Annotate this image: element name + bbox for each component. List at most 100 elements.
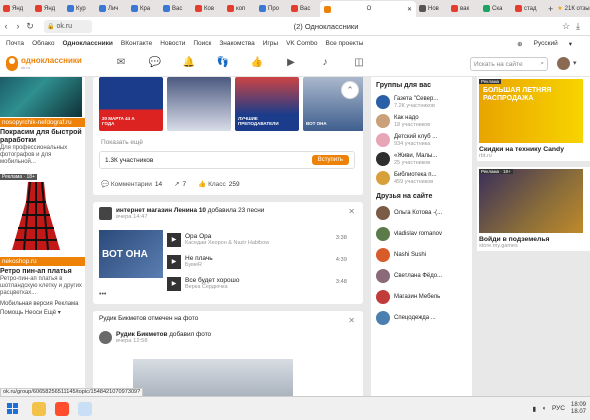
ad-title[interactable]: Скидки на технику Candy (479, 146, 588, 153)
group-name[interactable]: «Живи, Малы... (394, 153, 437, 160)
play-icon[interactable]: ▶ (167, 232, 181, 247)
song-row[interactable]: ▶ Ора Ора Каседаи Хеорон & Nazir Habibow 3:… (167, 230, 347, 249)
discussions-icon[interactable]: 💬 (148, 56, 162, 70)
bookmark-item[interactable]: Облако (32, 40, 54, 47)
ok-logo[interactable]: одноклассники ok.ru (6, 56, 82, 71)
ad-link[interactable]: nosopyrchik-nefdograf.ru (0, 118, 85, 127)
friend-item[interactable]: Спецодежда ... (376, 311, 467, 325)
ad-title[interactable]: Покрасим для быстрой раработки (0, 129, 85, 145)
explorer-icon[interactable] (32, 401, 46, 416)
guests-icon[interactable]: 👣 (216, 56, 230, 70)
close-tab-icon[interactable]: ✕ (407, 6, 412, 13)
friend-avatar[interactable] (376, 290, 390, 304)
bookmark-item[interactable]: Поиск (193, 40, 211, 47)
notifications-icon[interactable]: 🔔 (182, 56, 196, 70)
user-avatar[interactable] (99, 331, 112, 344)
browser-tab[interactable]: Ска (480, 2, 512, 16)
network-icon[interactable]: ▮ (532, 405, 536, 413)
yandex-browser-icon[interactable] (55, 401, 69, 416)
friend-item[interactable]: Ольга Котова -(... (376, 206, 467, 220)
friend-item[interactable]: vladislav romanov (376, 227, 467, 241)
friend-name[interactable]: Магазин Мебель (394, 294, 440, 300)
ad-block[interactable]: Реклама БОЛЬШАЯ ЛЕТНЯЯ РАСПРОДАЖА Скидки… (477, 77, 590, 161)
like-button[interactable]: 👍 Класс 259 (198, 180, 239, 188)
volume-icon[interactable]: ◖ (542, 405, 546, 412)
ad-image[interactable] (0, 77, 82, 117)
more-icon[interactable]: ••• (99, 291, 106, 298)
browser-tab[interactable]: Нов (416, 2, 448, 16)
friend-name[interactable]: Спецодежда ... (394, 315, 436, 321)
post-photo[interactable] (133, 359, 293, 396)
language-indicator[interactable]: РУС (552, 405, 565, 412)
app-icon[interactable] (78, 401, 92, 416)
friend-avatar[interactable] (376, 206, 390, 220)
url-field[interactable]: 🔒 ok.ru (44, 19, 92, 33)
games-icon[interactable]: ◫ (352, 56, 366, 70)
friend-avatar[interactable] (376, 227, 390, 241)
rating-badge[interactable]: ★21К отзывов (557, 5, 590, 13)
group-avatar[interactable] (99, 207, 112, 220)
song-artist[interactable]: Каседаи Хеорон & Nazir Habibow (185, 240, 269, 246)
new-tab-icon[interactable]: + (548, 4, 553, 14)
bookmark-item[interactable]: Все проекты (326, 40, 364, 47)
browser-tab[interactable]: Янд (32, 2, 64, 16)
friend-name[interactable]: Ольга Котова -(... (394, 210, 442, 216)
ad-image[interactable]: Реклама · 18+ (0, 174, 82, 256)
bookmark-item[interactable]: Одноклассники (63, 40, 113, 47)
friend-avatar[interactable] (376, 311, 390, 325)
group-avatar[interactable] (376, 114, 390, 128)
browser-tab[interactable]: Кра (128, 2, 160, 16)
group-item[interactable]: «Живи, Малы... 25 участников (376, 152, 467, 166)
back-icon[interactable]: ‹ (0, 21, 12, 31)
show-more-link[interactable]: Показать ещё (101, 139, 143, 146)
close-icon[interactable]: ✕ (348, 316, 355, 325)
album-cover[interactable]: ВОТ ОНА (99, 230, 163, 278)
browser-tab[interactable]: Янд (0, 2, 32, 16)
photo-thumb[interactable]: ЛУЧШИЕ ПРЕПОДАВАТЕЛИ (235, 77, 299, 131)
browser-tab[interactable]: Про (256, 2, 288, 16)
forward-icon[interactable]: › (12, 21, 24, 31)
song-artist[interactable]: БумеR (185, 262, 213, 268)
ad-title[interactable]: Ретро пин-ап платья (0, 268, 85, 276)
photo-thumb[interactable] (167, 77, 231, 131)
share-button[interactable]: ↗ 7 (174, 180, 186, 188)
play-icon[interactable]: ▶ (167, 254, 181, 269)
ad-block[interactable]: Реклама · 18+ Войди в подземелья store.m… (477, 167, 590, 251)
avatar[interactable] (557, 57, 570, 70)
friends-title[interactable]: Друзья на сайте (376, 193, 467, 200)
download-icon[interactable]: ⤓ (572, 21, 584, 32)
ad-image[interactable]: Реклама БОЛЬШАЯ ЛЕТНЯЯ РАСПРОДАЖА (479, 79, 583, 143)
bookmark-item[interactable]: Знакомства (219, 40, 254, 47)
play-icon[interactable]: ▶ (167, 276, 181, 291)
group-name[interactable]: Детский клуб ... (394, 134, 437, 141)
song-row[interactable]: ▶ Не плачь БумеR 4:39 (167, 252, 347, 271)
group-name[interactable]: Как надо (394, 115, 430, 122)
friend-name[interactable]: vladislav romanov (394, 231, 442, 237)
group-item[interactable]: Библиотека п... 459 участников (376, 171, 467, 185)
marks-icon[interactable]: 👍 (250, 56, 264, 70)
friend-item[interactable]: Nashi Sushi (376, 248, 467, 262)
join-button[interactable]: Вступить (311, 155, 349, 165)
chevron-down-icon[interactable]: ▾ (573, 59, 577, 67)
browser-tab-active[interactable]: О ✕ (320, 1, 416, 17)
browser-tab[interactable]: Кур (64, 2, 96, 16)
friend-name[interactable]: Светлана Фёдо... (394, 273, 442, 279)
browser-tab[interactable]: коп (224, 2, 256, 16)
clock[interactable]: 18:09 18.07 (571, 402, 586, 416)
ad-title[interactable]: Войди в подземелья (479, 236, 588, 243)
browser-tab[interactable]: Лич (96, 2, 128, 16)
groups-title[interactable]: Группы для вас (376, 82, 467, 89)
group-avatar[interactable] (376, 152, 390, 166)
bookmark-star-icon[interactable]: ☆ (560, 21, 572, 32)
friend-item[interactable]: Светлана Фёдо... (376, 269, 467, 283)
bookmark-item[interactable]: Новости (160, 40, 185, 47)
song-artist[interactable]: Верка Сердючка (185, 284, 239, 290)
messages-icon[interactable]: ✉ (114, 56, 128, 70)
search-input[interactable]: Искать на сайте ⌕ (470, 57, 548, 71)
music-icon[interactable]: ♪ (318, 56, 332, 70)
language-selector[interactable]: ⊕ Русский ▾ (517, 40, 580, 48)
group-item[interactable]: Как надо 18 участников (376, 114, 467, 128)
browser-tab[interactable]: вак (448, 2, 480, 16)
chevron-up-icon[interactable]: ⌃ (341, 81, 359, 99)
group-avatar[interactable] (376, 171, 390, 185)
